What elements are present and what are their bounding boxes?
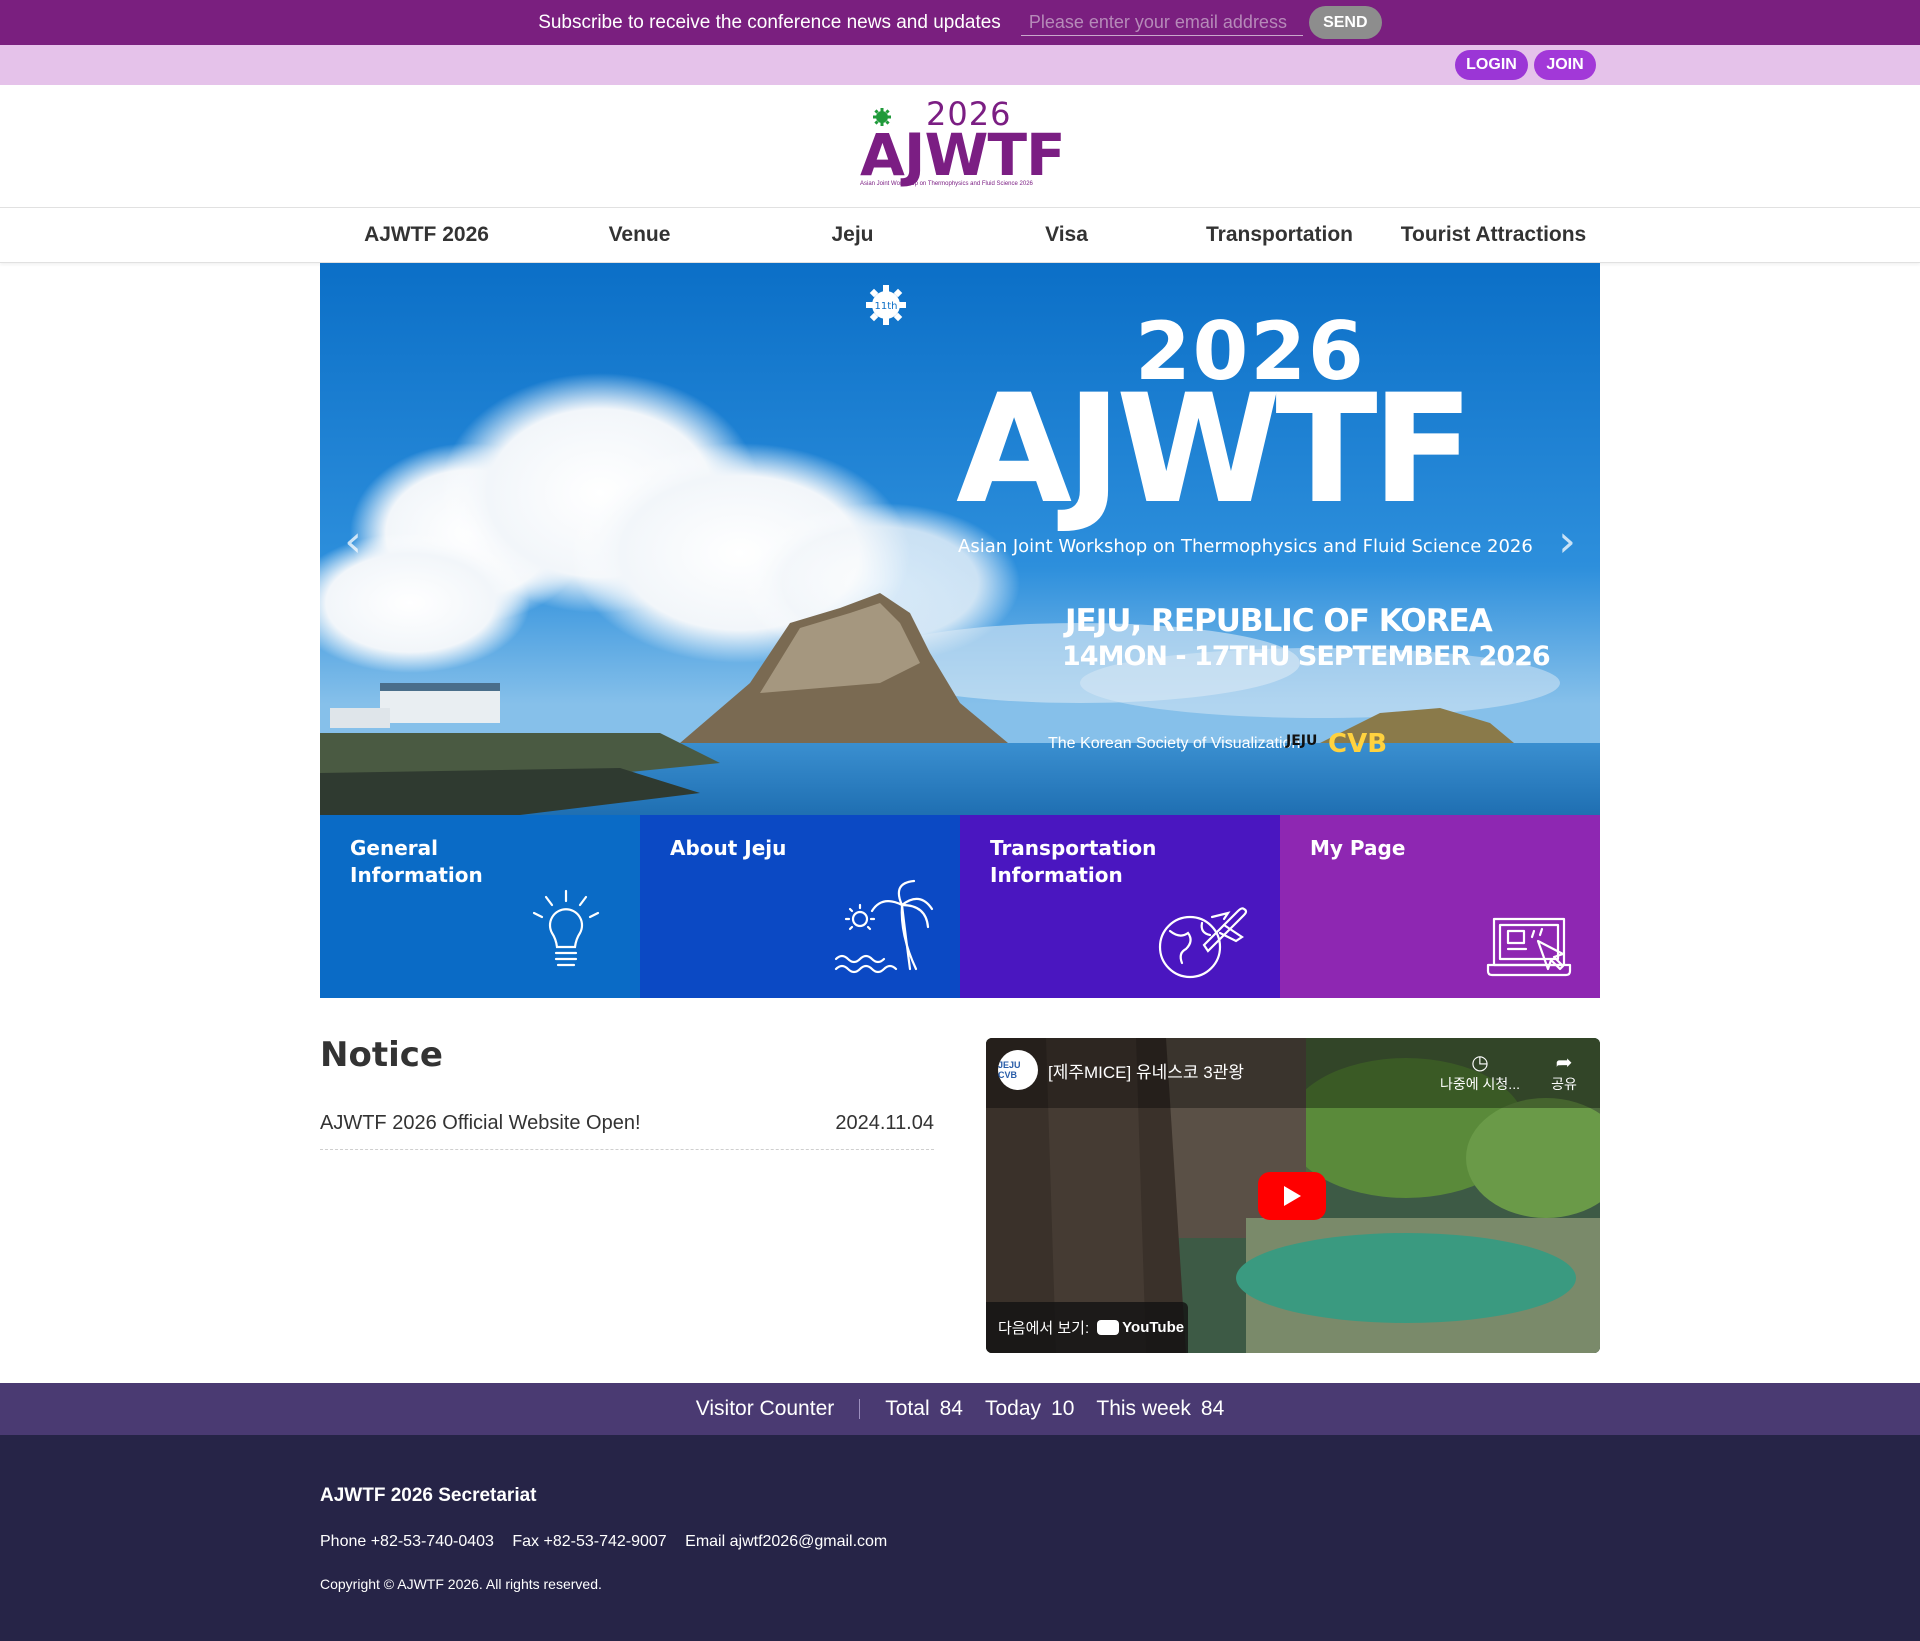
footer-copyright: Copyright © AJWTF 2026. All rights reser… — [320, 1576, 602, 1592]
counter-total-value: 84 — [939, 1397, 963, 1420]
footer-email: Email ajwtf2026@gmail.com — [685, 1533, 888, 1550]
logo-name: AJWTF — [860, 121, 1066, 189]
laptop-icon — [1486, 917, 1572, 977]
join-button[interactable]: JOIN — [1534, 50, 1596, 80]
footer: AJWTF 2026 Secretariat Phone +82-53-740-… — [0, 1435, 1920, 1641]
hero-date: 14MON - 17THU SEPTEMBER 2026 — [1062, 641, 1551, 672]
footer-title: AJWTF 2026 Secretariat — [320, 1485, 537, 1506]
channel-avatar[interactable]: JEJU CVB — [998, 1050, 1038, 1090]
hero-banner: 11th 2026 AJWTF Asian Joint Workshop on … — [320, 263, 1600, 815]
chevron-right-icon[interactable]: › — [1552, 516, 1582, 567]
tile-general-information[interactable]: General Information — [320, 815, 640, 998]
counter-week-value: 84 — [1200, 1397, 1225, 1420]
share-icon: ➦ — [1555, 1050, 1573, 1074]
main-nav: AJWTF 2026 Venue Jeju Visa Transportatio… — [0, 207, 1920, 263]
video-title[interactable]: [제주MICE] 유네스코 3관왕 — [1048, 1058, 1244, 1083]
tile-transportation-information[interactable]: Transportation Information — [960, 815, 1280, 998]
send-button[interactable]: SEND — [1308, 6, 1382, 39]
tile-about-jeju[interactable]: About Jeju — [640, 815, 960, 998]
subscribe-text: Subscribe to receive the conference news… — [538, 11, 1001, 33]
edition-badge-icon: 11th — [866, 285, 906, 325]
notice-item-date: 2024.11.04 — [835, 1112, 934, 1134]
tile-my-page[interactable]: My Page — [1280, 815, 1600, 998]
footer-contact: Phone +82-53-740-0403 Fax +82-53-742-900… — [320, 1533, 901, 1551]
youtube-label: YouTube — [1122, 1319, 1185, 1336]
youtube-logo: YouTube — [1097, 1319, 1184, 1336]
notice-title: Notice — [320, 1035, 443, 1075]
nav-item-tourist-attractions[interactable]: Tourist Attractions — [1387, 208, 1600, 262]
play-icon — [1284, 1186, 1301, 1206]
globe-plane-icon — [1158, 907, 1248, 979]
watch-later-button[interactable]: ◷ 나중에 시청... — [1440, 1050, 1520, 1094]
lightbulb-icon — [532, 889, 600, 967]
clock-icon: ◷ — [1471, 1050, 1489, 1074]
divider — [859, 1399, 861, 1419]
edition-text: 11th — [875, 301, 898, 312]
nav-item-transportation[interactable]: Transportation — [1173, 208, 1386, 262]
hero-cvb-logo: CVB — [1328, 729, 1388, 759]
account-bar: LOGIN JOIN — [0, 45, 1920, 85]
chevron-left-icon[interactable]: ‹ — [338, 516, 368, 567]
subscribe-bar: Subscribe to receive the conference news… — [0, 0, 1920, 45]
nav-item-visa[interactable]: Visa — [960, 208, 1173, 262]
hero-organizer: The Korean Society of Visualization — [1048, 735, 1301, 752]
nav-item-venue[interactable]: Venue — [533, 208, 746, 262]
counter-week-label: This week — [1096, 1397, 1191, 1420]
tile-label: My Page — [1310, 836, 1406, 860]
nav-item-ajwtf2026[interactable]: AJWTF 2026 — [320, 208, 533, 262]
email-input[interactable] — [1020, 9, 1303, 36]
watch-on-youtube[interactable]: 다음에서 보기: YouTube — [986, 1302, 1188, 1353]
play-button[interactable] — [1258, 1172, 1326, 1220]
hero-title: AJWTF — [956, 363, 1474, 537]
notice-item-title[interactable]: AJWTF 2026 Official Website Open! — [320, 1112, 641, 1135]
counter-title: Visitor Counter — [695, 1397, 835, 1420]
counter-today-value: 10 — [1051, 1397, 1075, 1420]
share-button[interactable]: ➦ 공유 — [1524, 1050, 1600, 1094]
palm-tree-icon — [834, 879, 934, 974]
quick-links: General Information About Jeju Transport… — [320, 815, 1600, 998]
visitor-counter: Visitor Counter Total 84 Today 10 This w… — [0, 1383, 1920, 1435]
notice-item[interactable]: AJWTF 2026 Official Website Open! 2024.1… — [320, 1102, 934, 1150]
footer-phone: Phone +82-53-740-0403 — [320, 1533, 494, 1550]
site-logo[interactable]: 2026 AJWTF Asian Joint Workshop on Therm… — [860, 95, 1066, 195]
hero-jeju-logo: JEJU — [1286, 733, 1318, 749]
nav-item-jeju[interactable]: Jeju — [746, 208, 959, 262]
share-label: 공유 — [1551, 1076, 1577, 1092]
video-player[interactable]: JEJU CVB [제주MICE] 유네스코 3관왕 ◷ 나중에 시청... ➦… — [986, 1038, 1600, 1353]
youtube-icon — [1097, 1320, 1120, 1335]
hero-subtitle: Asian Joint Workshop on Thermophysics an… — [958, 536, 1533, 557]
login-button[interactable]: LOGIN — [1455, 50, 1528, 80]
logo-subtitle: Asian Joint Workshop on Thermophysics an… — [860, 181, 1033, 187]
counter-total-label: Total — [885, 1397, 930, 1420]
counter-today-label: Today — [984, 1397, 1042, 1420]
watch-later-label: 나중에 시청... — [1440, 1076, 1520, 1092]
watch-on-label: 다음에서 보기: — [998, 1320, 1090, 1337]
tile-label: About Jeju — [670, 836, 787, 860]
footer-fax: Fax +82-53-742-9007 — [512, 1533, 667, 1550]
tile-label: Transportation Information — [990, 836, 1157, 887]
tile-label: General Information — [350, 836, 483, 887]
hero-location: JEJU, REPUBLIC OF KOREA — [1065, 603, 1493, 639]
